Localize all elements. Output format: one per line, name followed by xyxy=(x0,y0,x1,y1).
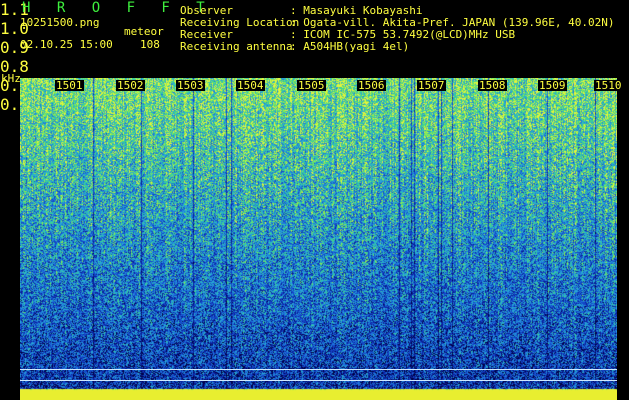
time-tick-label: 1509 xyxy=(538,79,567,92)
time-tick-label: 1510 xyxy=(594,79,623,92)
time-tick-label: 1501 xyxy=(55,79,84,92)
time-tick-label: 1502 xyxy=(116,79,145,92)
time-tick-label: 1506 xyxy=(357,79,386,92)
spectrogram-canvas xyxy=(20,78,617,400)
antenna-label: Receiving antenna xyxy=(180,40,293,53)
y-axis-unit: kHz xyxy=(1,72,21,85)
y-tick-label: 0.8 xyxy=(0,57,29,76)
reference-line-upper xyxy=(20,369,617,370)
file-datetime: 02.10.25 15:00 xyxy=(20,38,113,51)
time-tick-label: 1505 xyxy=(297,79,326,92)
detection-count: 108 xyxy=(140,38,160,51)
time-tick-label: 1504 xyxy=(236,79,265,92)
antenna-value: : A504HB(yagi 4el) xyxy=(290,40,410,53)
file-name: 10251500.png xyxy=(20,16,100,29)
time-tick-label: 1503 xyxy=(176,79,205,92)
reference-line-lower xyxy=(20,380,617,381)
time-tick-label: 1508 xyxy=(478,79,507,92)
time-tick-label: 1507 xyxy=(417,79,446,92)
mode-label: meteor xyxy=(124,25,164,38)
